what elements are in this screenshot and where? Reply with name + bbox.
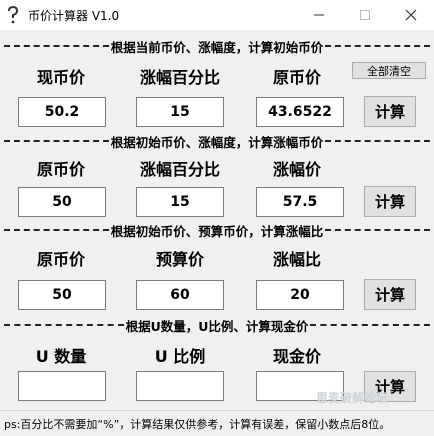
minimize-button[interactable]	[296, 0, 342, 30]
divider	[4, 324, 124, 326]
section-2-title: 根据初始币价、涨幅度，计算涨幅币价	[110, 134, 324, 150]
budget-price-label: 预算价	[155, 250, 204, 269]
calculate-button-1[interactable]: 计算	[364, 96, 416, 127]
increase-ratio-result[interactable]	[256, 280, 344, 310]
divider	[4, 229, 109, 231]
section-3-title: 根据初始币价、预算币价，计算涨幅比	[110, 223, 324, 239]
original-price-label: 原币价	[272, 68, 321, 87]
increased-price-label: 涨幅价	[272, 160, 321, 179]
increase-percent-label: 涨幅百分比	[139, 68, 220, 87]
divider	[325, 140, 431, 142]
minimize-icon	[314, 14, 324, 16]
maximize-button[interactable]	[342, 0, 388, 30]
increased-price-result[interactable]	[256, 187, 344, 217]
status-bar: ps:百分比不需要加“%”，计算结果仅供参考，计算有误差，保留小数点后8位。	[0, 410, 434, 436]
divider	[4, 45, 109, 47]
section-1-header: 根据当前币价、涨幅度，计算初始币价	[4, 38, 431, 55]
original-price-label: 原币价	[36, 250, 85, 269]
section-1-title: 根据当前币价、涨幅度，计算初始币价	[110, 39, 324, 55]
increase-ratio-label: 涨幅比	[272, 250, 321, 269]
calculate-button-3[interactable]: 计算	[364, 279, 416, 310]
section-3-header: 根据初始币价、预算币价，计算涨幅比	[4, 222, 431, 239]
window-title: 币价计算器 V1.0	[28, 9, 120, 23]
title-bar: 币价计算器 V1.0	[0, 0, 434, 30]
u-ratio-input[interactable]	[136, 371, 224, 401]
original-price-input[interactable]	[18, 187, 106, 217]
original-price-label: 原币价	[36, 160, 85, 179]
divider	[325, 45, 431, 47]
increase-percent-input[interactable]	[136, 97, 224, 127]
increase-percent-label: 涨幅百分比	[139, 160, 220, 179]
clear-all-button[interactable]: 全部清空	[352, 62, 426, 79]
divider	[310, 324, 430, 326]
watermark: 恩麦破解论坛	[316, 391, 389, 405]
increase-percent-input[interactable]	[136, 187, 224, 217]
original-price-input[interactable]	[18, 280, 106, 310]
budget-price-input[interactable]	[136, 280, 224, 310]
divider	[4, 140, 109, 142]
section-4-header: 根据U数量，U比例、计算现金价	[4, 317, 430, 334]
maximize-icon	[360, 10, 370, 20]
close-icon	[405, 9, 417, 21]
app-icon	[8, 6, 19, 24]
current-price-label: 现币价	[36, 68, 85, 87]
section-2-header: 根据初始币价、涨幅度，计算涨幅币价	[4, 133, 431, 150]
u-ratio-label: U 比例	[154, 347, 206, 366]
current-price-input[interactable]	[18, 97, 106, 127]
divider	[325, 229, 431, 231]
status-note: ps:百分比不需要加“%”，计算结果仅供参考，计算有误差，保留小数点后8位。	[4, 418, 391, 431]
original-price-result[interactable]	[256, 97, 344, 127]
section-4-title: 根据U数量，U比例、计算现金价	[125, 318, 309, 334]
close-button[interactable]	[388, 0, 434, 30]
u-quantity-label: U 数量	[35, 347, 87, 366]
cash-price-label: 现金价	[272, 347, 321, 366]
calculate-button-2[interactable]: 计算	[364, 186, 416, 217]
u-quantity-input[interactable]	[18, 371, 106, 401]
